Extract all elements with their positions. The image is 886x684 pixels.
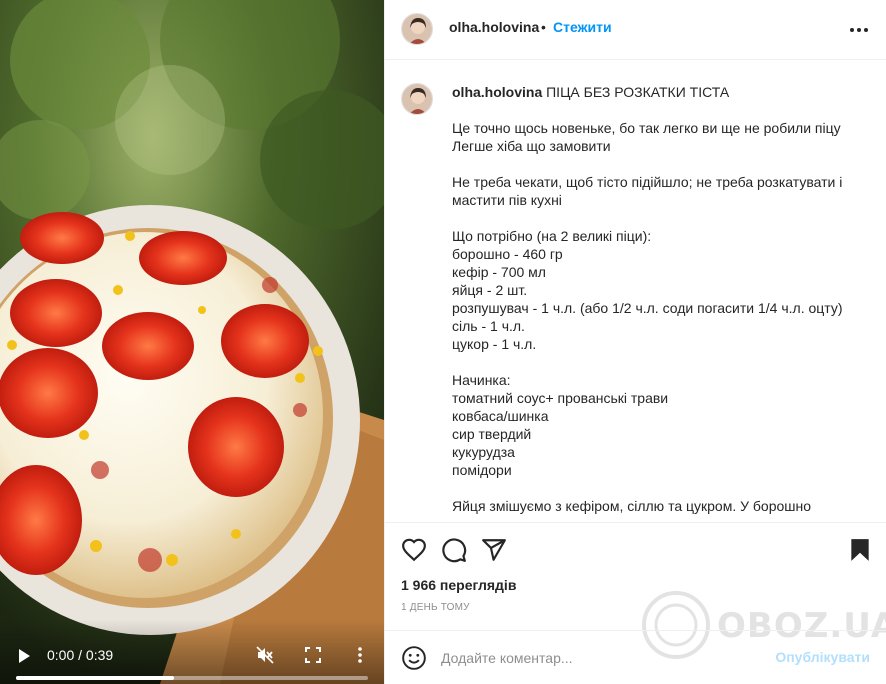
comment-input[interactable] (441, 645, 741, 671)
header-separator: • (541, 19, 546, 35)
header-username[interactable]: olha.holovina (449, 19, 539, 35)
more-horizontal-icon[interactable] (847, 20, 871, 40)
caption-line: розпушувач - 1 ч.л. (або 1/2 ч.л. соди п… (452, 300, 843, 316)
caption-line: Легше хіба що замовити (452, 138, 611, 154)
caption-line: яйця - 2 шт. (452, 282, 528, 298)
share-icon[interactable] (481, 537, 507, 563)
caption-line: кефір - 700 мл (452, 264, 546, 280)
caption-line: кукурудза (452, 444, 515, 460)
comment-icon[interactable] (441, 537, 467, 563)
play-icon[interactable] (16, 648, 32, 664)
bookmark-icon[interactable] (847, 537, 873, 563)
caption-line: цукор - 1 ч.л. (452, 336, 537, 352)
comment-bar: Опублікувати (385, 630, 886, 684)
caption-line: Не треба чекати, щоб тісто підійшло; не … (452, 174, 843, 190)
caption-line: ковбаса/шинка (452, 408, 549, 424)
fullscreen-icon[interactable] (305, 647, 321, 663)
caption-line (452, 479, 872, 497)
caption-text: olha.holovina ПІЦА БЕЗ РОЗКАТКИ ТІСТА Це… (452, 83, 872, 515)
caption-line: Це точно щось новеньке, бо так легко ви … (452, 120, 841, 136)
video-progress-fill (16, 676, 175, 680)
avatar[interactable] (401, 13, 433, 45)
video-player[interactable]: 0:00 / 0:39 (0, 0, 384, 684)
publish-button[interactable]: Опублікувати (775, 649, 870, 665)
caption-avatar[interactable] (401, 83, 433, 115)
volume-muted-icon[interactable] (256, 646, 274, 664)
follow-button[interactable]: Стежити (553, 19, 612, 35)
views-count[interactable]: 1 966 переглядів (401, 577, 516, 593)
post-date[interactable]: 1 ДЕНЬ ТОМУ (401, 602, 470, 613)
caption-line: Яйця змішуємо з кефіром, сіллю та цукром… (452, 498, 812, 514)
caption-line (452, 209, 872, 227)
video-controls: 0:00 / 0:39 (0, 620, 384, 684)
post-header: olha.holovina • Стежити (385, 0, 886, 60)
more-vertical-icon[interactable] (352, 646, 368, 664)
video-time: 0:00 / 0:39 (47, 647, 114, 663)
heart-icon[interactable] (401, 537, 427, 563)
caption-line: сіль - 1 ч.л. (452, 318, 525, 334)
caption-line: сир твердий (452, 426, 532, 442)
post-details-panel: olha.holovina • Стежити olha.holovina ПІ… (384, 0, 886, 684)
caption-username[interactable]: olha.holovina (452, 84, 542, 100)
caption-title: ПІЦА БЕЗ РОЗКАТКИ ТІСТА (542, 84, 730, 100)
caption-line: Начинка: (452, 372, 511, 388)
emoji-icon[interactable] (401, 645, 427, 671)
caption-line (452, 353, 872, 371)
caption-line: помідори (452, 462, 512, 478)
caption-line: мастити пів кухні (452, 192, 562, 208)
caption-area: olha.holovina ПІЦА БЕЗ РОЗКАТКИ ТІСТА Це… (385, 61, 886, 522)
video-progress-bar[interactable] (16, 676, 368, 680)
caption-line: томатний соус+ прованські трави (452, 390, 669, 406)
action-bar (385, 522, 886, 580)
caption-line: борошно - 460 гр (452, 246, 563, 262)
video-frame-pizza (0, 0, 384, 684)
caption-line (452, 155, 872, 173)
caption-line: Що потрібно (на 2 великі піци): (452, 228, 652, 244)
